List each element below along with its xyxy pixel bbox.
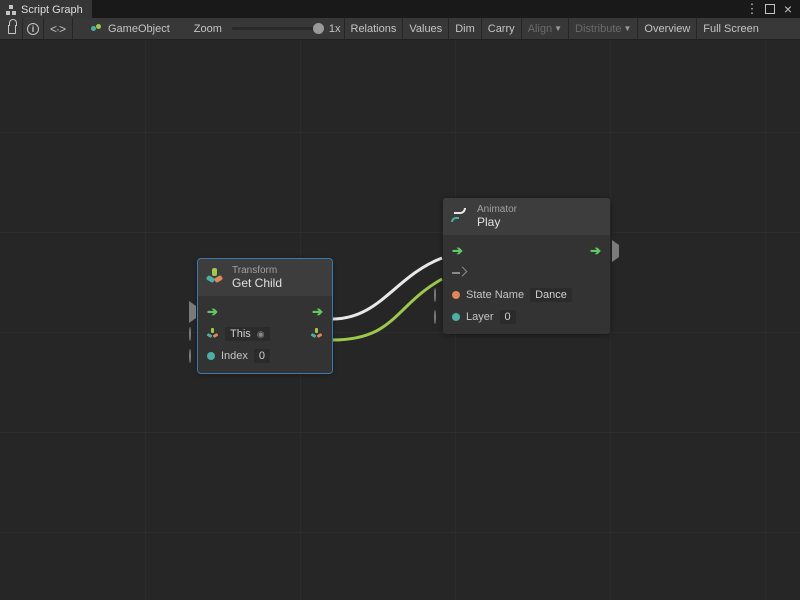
node-animator-play[interactable]: Animator Play ➔ ➔ State Name <box>443 198 610 334</box>
state-in-port[interactable] <box>434 289 436 301</box>
arrow-icon: ➔ <box>452 243 463 259</box>
transform-icon <box>311 328 323 340</box>
node-header[interactable]: Animator Play <box>443 198 610 235</box>
node-body: ➔ ➔ This◉ Index 0 <box>198 296 332 373</box>
arrow-icon: ➔ <box>312 304 323 320</box>
zoom-label: Zoom <box>188 18 228 39</box>
toolbar: i <·> GameObject Zoom 1x Relations Value… <box>0 18 800 40</box>
fullscreen-button[interactable]: Full Screen <box>697 18 759 39</box>
state-label: State Name <box>466 289 524 301</box>
int-port-icon <box>452 313 460 321</box>
object-label: GameObject <box>108 23 170 35</box>
overview-button[interactable]: Overview <box>638 18 696 39</box>
animator-icon <box>451 207 469 225</box>
string-port-icon <box>452 291 460 299</box>
layer-row: Layer 0 <box>446 306 607 328</box>
arrow-icon: ➔ <box>590 243 601 259</box>
carry-button[interactable]: Carry <box>482 18 521 39</box>
index-in-port[interactable] <box>189 350 191 362</box>
info-icon[interactable]: i <box>23 18 43 39</box>
arrow-icon: ➔ <box>207 304 218 320</box>
layer-in-port[interactable] <box>434 311 436 323</box>
index-row: Index 0 <box>201 345 329 367</box>
relations-button[interactable]: Relations <box>345 18 403 39</box>
target-in-port[interactable] <box>189 328 191 340</box>
layer-field[interactable]: 0 <box>500 310 516 324</box>
values-button[interactable]: Values <box>403 18 448 39</box>
flow-row: ➔ ➔ <box>201 301 329 323</box>
index-label: Index <box>221 350 248 362</box>
close-icon[interactable]: × <box>781 2 795 16</box>
dim-button[interactable]: Dim <box>449 18 481 39</box>
graph-icon <box>6 5 17 16</box>
node-title: Get Child <box>232 277 282 290</box>
zoom-value: 1x <box>326 18 344 39</box>
target-row <box>446 262 607 284</box>
index-field[interactable]: 0 <box>254 349 270 363</box>
node-body: ➔ ➔ State Name Dance <box>443 235 610 334</box>
zoom-slider[interactable] <box>232 27 322 30</box>
node-title: Play <box>477 216 517 229</box>
animator-port-icon <box>452 267 464 279</box>
tab-label: Script Graph <box>21 4 83 16</box>
align-dropdown[interactable]: Align▼ <box>522 18 568 39</box>
tab-script-graph[interactable]: Script Graph <box>0 0 92 18</box>
flow-out-port[interactable] <box>612 245 619 257</box>
transform-icon <box>207 328 219 340</box>
object-selector[interactable]: GameObject <box>85 18 176 39</box>
flow-in-port[interactable] <box>189 306 196 318</box>
graph-canvas[interactable]: Transform Get Child ➔ ➔ This◉ <box>0 40 800 600</box>
variables-icon[interactable]: <·> <box>44 18 72 39</box>
target-row: This◉ <box>201 323 329 345</box>
state-field[interactable]: Dance <box>530 288 572 302</box>
flow-row: ➔ ➔ <box>446 240 607 262</box>
layer-label: Layer <box>466 311 494 323</box>
lock-icon[interactable] <box>2 18 22 39</box>
int-port-icon <box>207 352 215 360</box>
gameobject-icon <box>91 23 103 35</box>
tab-bar: Script Graph ⋮ × <box>0 0 800 18</box>
state-row: State Name Dance <box>446 284 607 306</box>
maximize-icon[interactable] <box>765 4 775 14</box>
window-controls: ⋮ × <box>745 0 800 18</box>
kebab-icon[interactable]: ⋮ <box>745 2 759 16</box>
transform-icon <box>206 268 224 286</box>
connections <box>0 40 800 600</box>
node-get-child[interactable]: Transform Get Child ➔ ➔ This◉ <box>198 259 332 373</box>
distribute-dropdown[interactable]: Distribute▼ <box>569 18 637 39</box>
node-header[interactable]: Transform Get Child <box>198 259 332 296</box>
target-field[interactable]: This◉ <box>225 327 270 341</box>
